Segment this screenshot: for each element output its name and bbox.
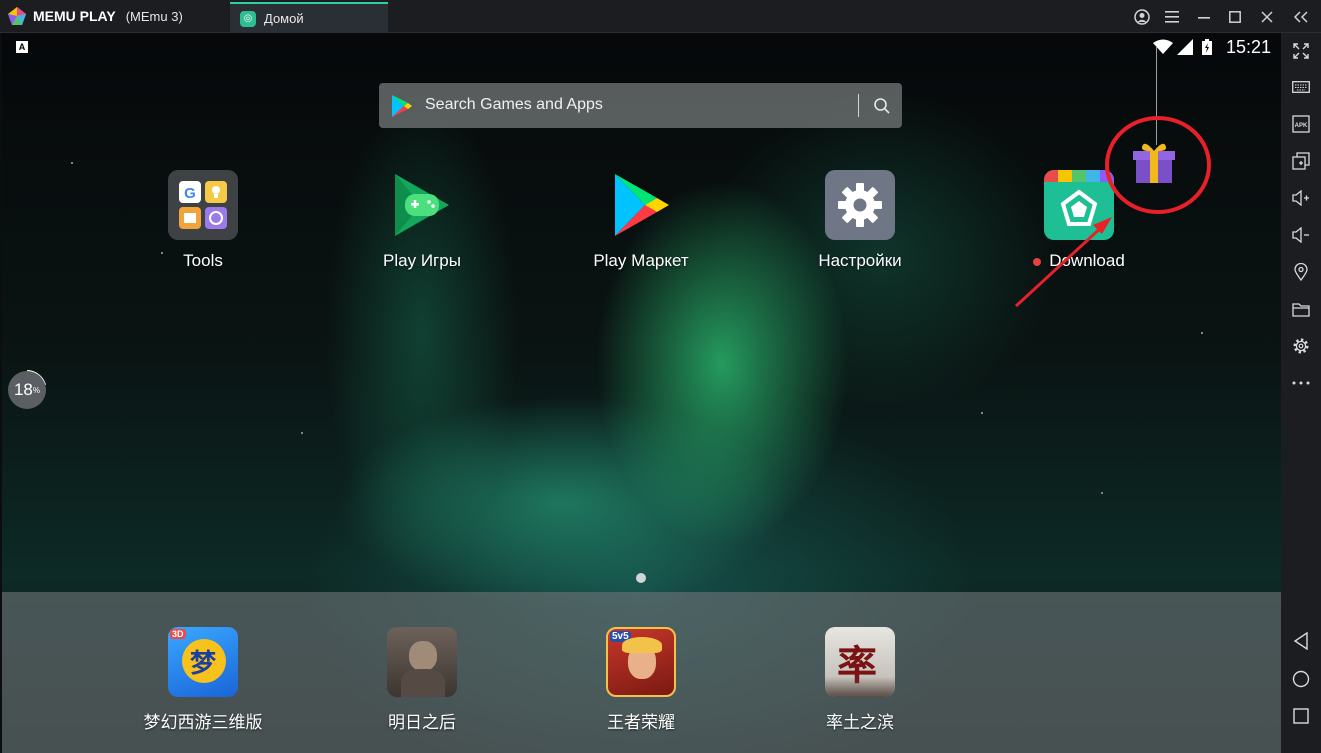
account-icon[interactable]	[1131, 6, 1153, 28]
folder-icon[interactable]	[1289, 297, 1313, 321]
dock-app-label: 梦幻西游三维版	[143, 713, 263, 732]
recents-icon[interactable]	[1289, 704, 1313, 728]
highlight-circle	[1105, 116, 1211, 214]
dock-app-label: 率土之滨	[826, 713, 894, 732]
progress-value: 18%	[8, 371, 46, 409]
brand-name: MEMU PLAY	[33, 8, 116, 24]
instance-name: (MEmu 3)	[125, 8, 183, 24]
close-icon[interactable]	[1256, 6, 1278, 28]
home-tab-icon: ◎	[240, 10, 256, 27]
memu-emulator-window: MEMU PLAY (MEmu 3) ◎ Домой A 15:21 Searc…	[0, 0, 1321, 753]
stzb-game-icon: 率	[825, 627, 895, 697]
dock-app-mhxy[interactable]: 3D 梦 梦幻西游三维版	[133, 627, 273, 733]
dock-app-mrzh[interactable]: 明日之后	[352, 627, 492, 733]
side-toolbar: APK	[1281, 33, 1321, 753]
tab-home-label: Домой	[264, 11, 304, 26]
memu-logo-icon	[8, 7, 26, 25]
annotation-arrow	[1014, 223, 1106, 308]
collapse-sidebar-icon[interactable]	[1290, 6, 1312, 28]
volume-up-icon[interactable]	[1289, 186, 1313, 210]
mhxy-game-icon: 3D 梦	[168, 627, 238, 697]
mrzh-game-icon	[387, 627, 457, 697]
android-screen[interactable]: A 15:21 Search Games and Apps G Tools Pl…	[2, 33, 1281, 753]
dock: 3D 梦 梦幻西游三维版 明日之后 5v5 王者荣耀 率 率土之滨	[2, 592, 1281, 753]
dock-app-wzry[interactable]: 5v5 王者荣耀	[571, 627, 711, 733]
page-indicator	[636, 573, 646, 583]
memu-logo: MEMU PLAY (MEmu 3)	[7, 6, 183, 26]
dock-app-stzb[interactable]: 率 率土之滨	[790, 627, 930, 733]
keyboard-icon[interactable]	[1289, 75, 1313, 99]
maximize-icon[interactable]	[1224, 6, 1246, 28]
apk-icon[interactable]: APK	[1289, 112, 1313, 136]
home-icon[interactable]	[1289, 667, 1313, 691]
menu-icon[interactable]	[1161, 6, 1183, 28]
location-icon[interactable]	[1289, 260, 1313, 284]
more-icon[interactable]	[1289, 371, 1313, 395]
wzry-game-icon: 5v5	[606, 627, 676, 697]
minimize-icon[interactable]	[1193, 6, 1215, 28]
tab-home[interactable]: ◎ Домой	[230, 2, 388, 33]
multi-window-icon[interactable]	[1289, 149, 1313, 173]
svg-text:APK: APK	[1295, 123, 1308, 129]
back-icon[interactable]	[1289, 629, 1313, 653]
title-bar: MEMU PLAY (MEmu 3) ◎ Домой	[0, 0, 1321, 33]
fullscreen-icon[interactable]	[1289, 39, 1313, 63]
dock-app-label: 明日之后	[388, 713, 456, 732]
settings-icon[interactable]	[1289, 334, 1313, 358]
dock-app-label: 王者荣耀	[607, 713, 675, 732]
volume-down-icon[interactable]	[1289, 223, 1313, 247]
cleanup-progress[interactable]: 18%	[8, 370, 46, 409]
